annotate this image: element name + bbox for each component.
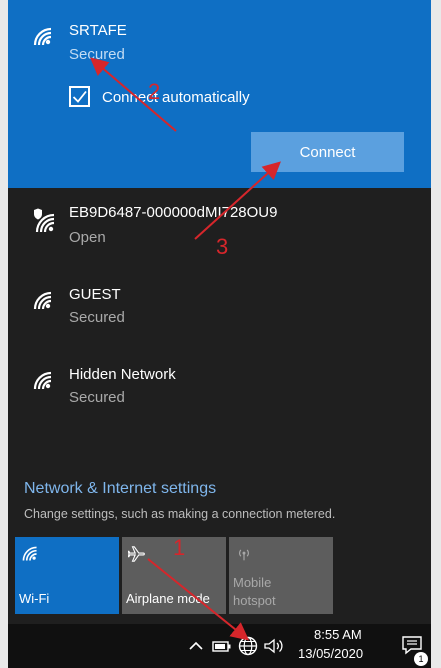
hotspot-label-line1: Mobile bbox=[233, 575, 272, 590]
airplane-mode-tile[interactable]: Airplane mode bbox=[122, 537, 226, 614]
network-flyout: SRTAFE Secured Connect automatically Con… bbox=[8, 0, 431, 624]
network-settings-link[interactable]: Network & Internet settings bbox=[24, 480, 216, 498]
connect-button[interactable]: Connect bbox=[251, 132, 404, 172]
network-status: Secured bbox=[69, 389, 125, 406]
network-name: GUEST bbox=[69, 286, 121, 303]
network-item[interactable]: GUEST Secured bbox=[8, 276, 431, 346]
taskbar: 8:55 AM 13/05/2020 1 bbox=[8, 624, 431, 668]
network-item[interactable]: Hidden Network Secured bbox=[8, 356, 431, 426]
hotspot-label-line2: hotspot bbox=[233, 593, 276, 608]
connect-automatically-checkbox[interactable] bbox=[69, 86, 90, 107]
wifi-tile-label: Wi-Fi bbox=[19, 591, 50, 606]
network-name: EB9D6487-000000dMI728OU9 bbox=[69, 204, 278, 221]
chevron-up-icon[interactable] bbox=[184, 634, 208, 658]
wifi-icon bbox=[22, 546, 37, 561]
network-item[interactable]: EB9D6487-000000dMI728OU9 Open bbox=[8, 195, 431, 265]
selected-network-name: SRTAFE bbox=[69, 22, 127, 39]
notification-count-badge: 1 bbox=[414, 652, 428, 666]
airplane-icon bbox=[128, 546, 145, 562]
selected-network-panel[interactable]: SRTAFE Secured Connect automatically Con… bbox=[8, 0, 431, 188]
wifi-shield-icon bbox=[34, 208, 55, 233]
wifi-icon bbox=[33, 291, 52, 310]
clock-time[interactable]: 8:55 AM bbox=[314, 627, 362, 642]
mobile-hotspot-label: Mobile hotspot bbox=[233, 574, 276, 610]
mobile-hotspot-tile[interactable]: Mobile hotspot bbox=[229, 537, 333, 614]
wifi-icon bbox=[33, 371, 52, 390]
clock-date[interactable]: 13/05/2020 bbox=[298, 646, 363, 661]
network-status: Open bbox=[69, 229, 106, 246]
battery-icon[interactable] bbox=[210, 634, 234, 658]
wifi-toggle-tile[interactable]: Wi-Fi bbox=[15, 537, 119, 614]
checkmark-icon bbox=[72, 90, 87, 103]
selected-network-status: Secured bbox=[69, 46, 125, 63]
network-name: Hidden Network bbox=[69, 366, 176, 383]
wifi-icon bbox=[33, 27, 52, 46]
globe-network-icon[interactable] bbox=[236, 634, 260, 658]
network-status: Secured bbox=[69, 309, 125, 326]
hotspot-icon bbox=[238, 549, 250, 561]
speaker-icon[interactable] bbox=[262, 634, 286, 658]
airplane-mode-label: Airplane mode bbox=[126, 591, 210, 606]
connect-automatically-label[interactable]: Connect automatically bbox=[102, 89, 250, 106]
network-settings-description: Change settings, such as making a connec… bbox=[24, 507, 336, 521]
